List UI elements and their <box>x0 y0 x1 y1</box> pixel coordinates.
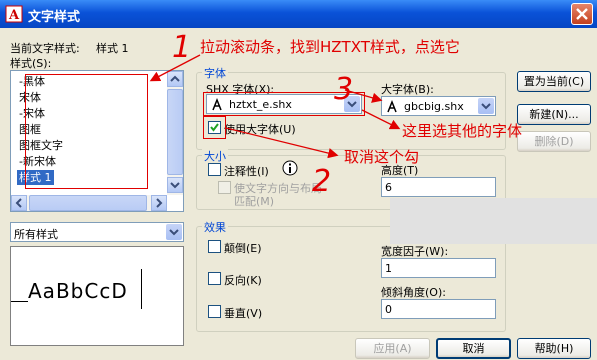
annotation-number-3: 3 <box>334 72 354 107</box>
annotation-text-font: 这里选其他的字体 <box>402 122 523 140</box>
annotation-number-2: 2 <box>312 164 332 199</box>
annotation-text-list: 拉动滚动条，找到HZTXT样式，点选它 <box>200 38 460 56</box>
annotation-number-1: 1 <box>172 30 192 65</box>
annotation-text-checkbox: 取消这个勾 <box>344 148 420 166</box>
text-style-dialog: A 文字样式 当前文字样式: 样式 1 样式(S): -黑体 宋体 -宋体 图框… <box>0 0 597 360</box>
annotation-arrow-font <box>361 109 401 130</box>
annotation-arrow-checkbox <box>225 127 339 159</box>
